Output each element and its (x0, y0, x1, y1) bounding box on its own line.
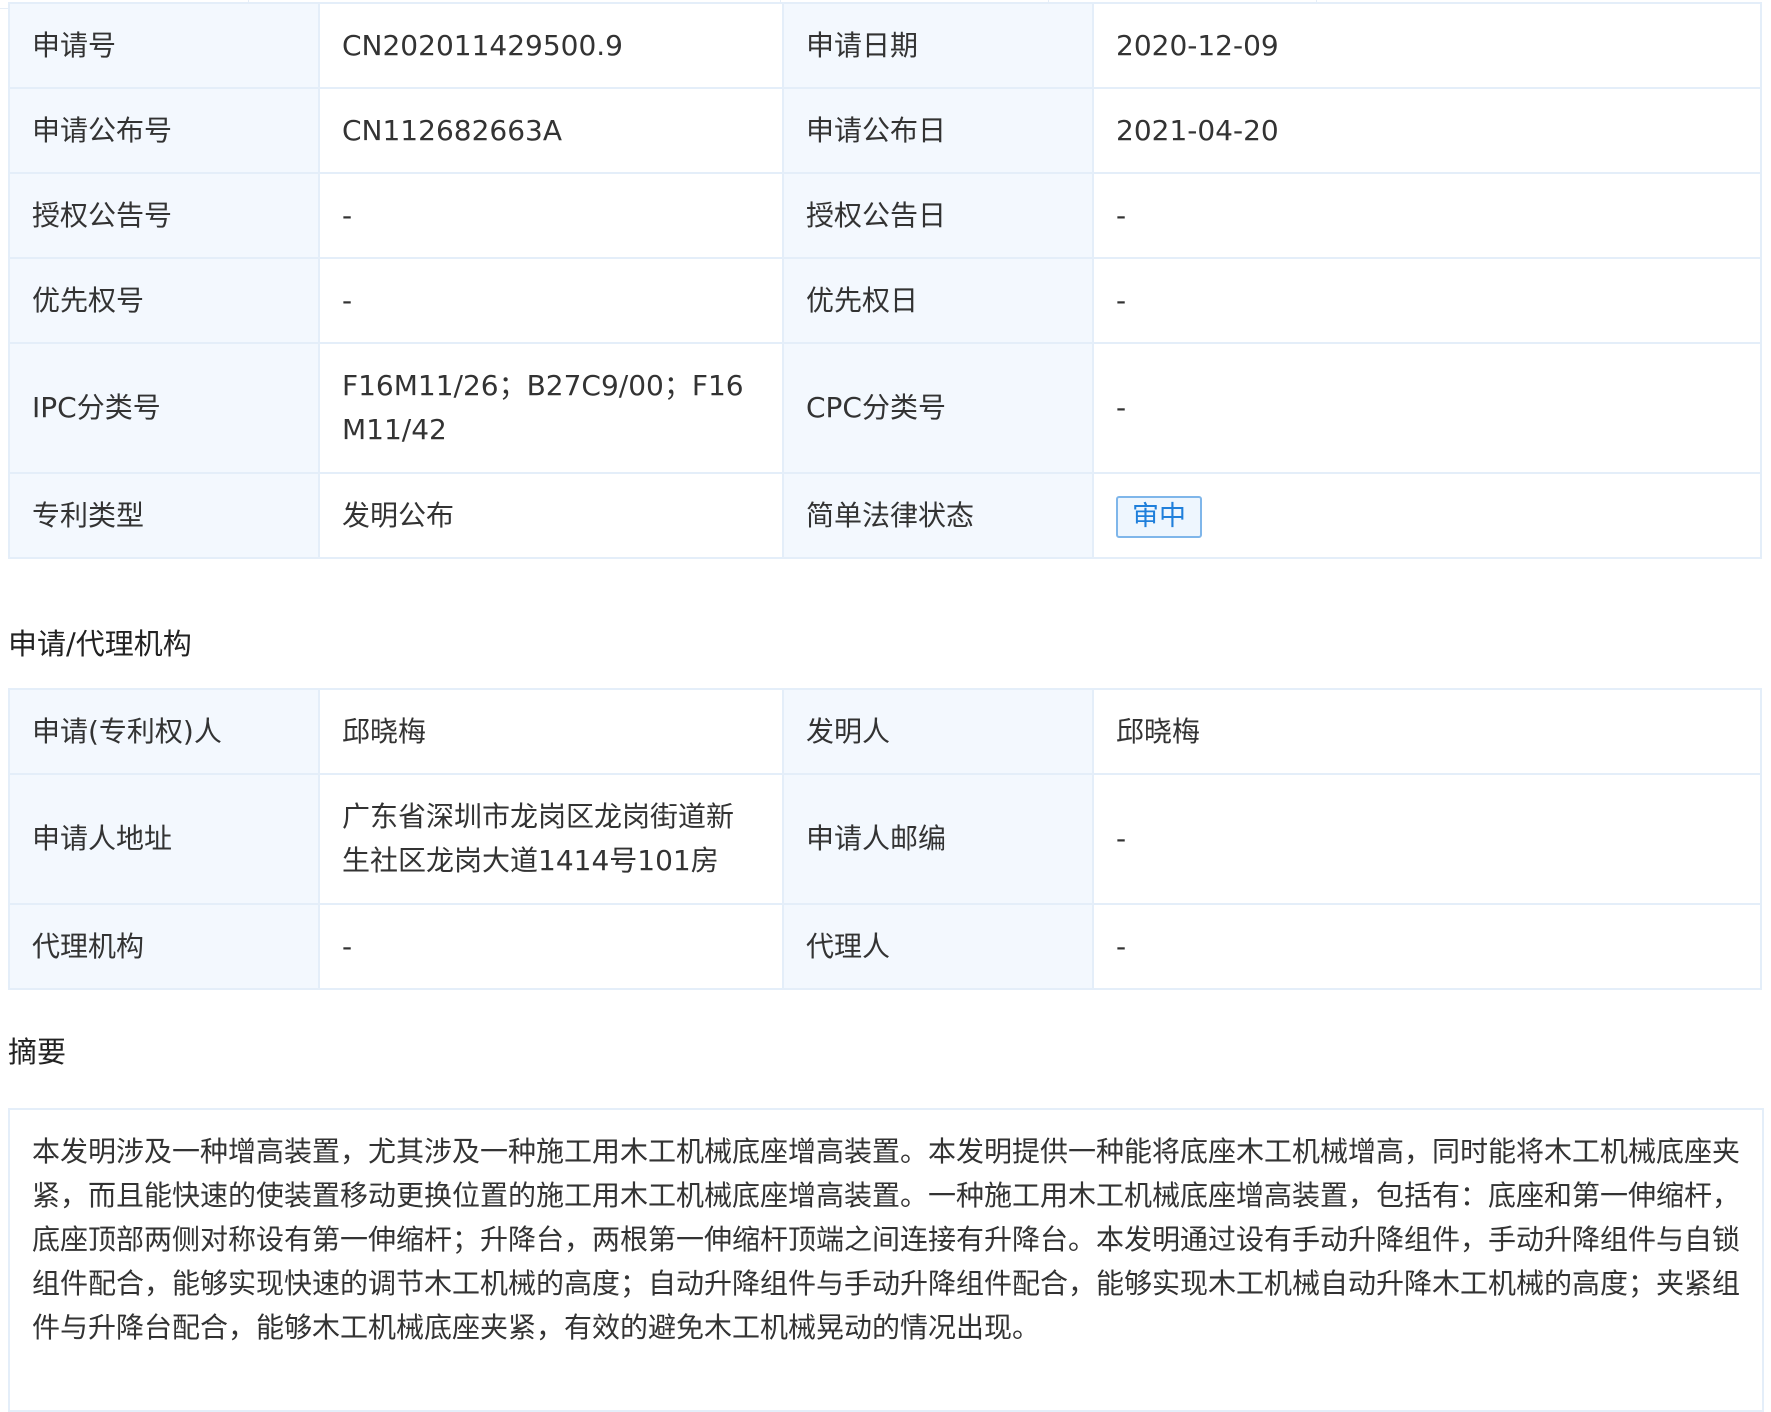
field-label: 优先权号 (8, 257, 320, 344)
agency-name: - (318, 903, 784, 990)
abstract-text: 本发明涉及一种增高装置，尤其涉及一种施工用木工机械底座增高装置。本发明提供一种能… (8, 1108, 1764, 1412)
section-title-abstract: 摘要 (8, 1035, 67, 1069)
field-label: 代理人 (782, 903, 1094, 990)
agent-name: - (1092, 903, 1762, 990)
field-label: 授权公告号 (8, 172, 320, 259)
field-label: 申请人地址 (8, 773, 320, 905)
section-title-agency: 申请/代理机构 (8, 627, 192, 661)
table-row: 申请(专利权)人 邱晓梅 发明人 邱晓梅 (8, 688, 1762, 775)
patent-type: 发明公布 (318, 472, 784, 559)
table-row: 申请公布号 CN112682663A 申请公布日 2021-04-20 (8, 87, 1762, 174)
legal-status-cell: 审中 (1092, 472, 1762, 559)
field-label: 申请公布日 (782, 87, 1094, 174)
field-label: 简单法律状态 (782, 472, 1094, 559)
table-row: 申请号 CN202011429500.9 申请日期 2020-12-09 (8, 2, 1762, 89)
publication-date: 2021-04-20 (1092, 87, 1762, 174)
table-row: 申请人地址 广东省深圳市龙岗区龙岗街道新生社区龙岗大道1414号101房 申请人… (8, 773, 1762, 905)
table-row: 授权公告号 - 授权公告日 - (8, 172, 1762, 259)
table-row: 优先权号 - 优先权日 - (8, 257, 1762, 344)
application-date: 2020-12-09 (1092, 2, 1762, 89)
basic-info-table: 申请号 CN202011429500.9 申请日期 2020-12-09 申请公… (8, 2, 1762, 559)
field-label: 优先权日 (782, 257, 1094, 344)
field-label: 申请日期 (782, 2, 1094, 89)
applicant-postcode: - (1092, 773, 1762, 905)
field-label: 发明人 (782, 688, 1094, 775)
field-label: 申请人邮编 (782, 773, 1094, 905)
application-number: CN202011429500.9 (318, 2, 784, 89)
table-row: IPC分类号 F16M11/26；B27C9/00；F16M11/42 CPC分… (8, 342, 1762, 474)
priority-number: - (318, 257, 784, 344)
field-label: IPC分类号 (8, 342, 320, 474)
field-label: 代理机构 (8, 903, 320, 990)
priority-date: - (1092, 257, 1762, 344)
agency-info-table: 申请(专利权)人 邱晓梅 发明人 邱晓梅 申请人地址 广东省深圳市龙岗区龙岗街道… (8, 688, 1762, 990)
applicant-address: 广东省深圳市龙岗区龙岗街道新生社区龙岗大道1414号101房 (318, 773, 784, 905)
inventor-name[interactable]: 邱晓梅 (1092, 688, 1762, 775)
grant-number: - (318, 172, 784, 259)
field-label: 申请公布号 (8, 87, 320, 174)
grant-date: - (1092, 172, 1762, 259)
field-label: 专利类型 (8, 472, 320, 559)
field-label: 申请号 (8, 2, 320, 89)
ipc-classification: F16M11/26；B27C9/00；F16M11/42 (318, 342, 784, 474)
table-row: 代理机构 - 代理人 - (8, 903, 1762, 990)
status-badge[interactable]: 审中 (1116, 495, 1202, 538)
cpc-classification: - (1092, 342, 1762, 474)
publication-number: CN112682663A (318, 87, 784, 174)
applicant-name[interactable]: 邱晓梅 (318, 688, 784, 775)
patent-detail-page: 申请号 CN202011429500.9 申请日期 2020-12-09 申请公… (0, 0, 1771, 1412)
field-label: 授权公告日 (782, 172, 1094, 259)
field-label: 申请(专利权)人 (8, 688, 320, 775)
table-row: 专利类型 发明公布 简单法律状态 审中 (8, 472, 1762, 559)
field-label: CPC分类号 (782, 342, 1094, 474)
